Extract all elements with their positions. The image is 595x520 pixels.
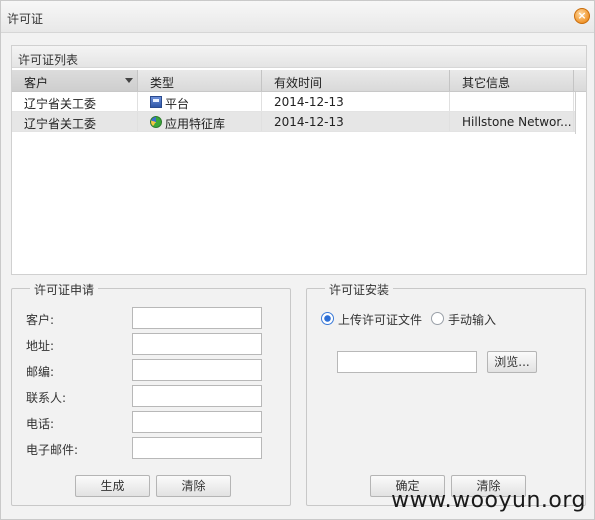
watermark: www.wooyun.org — [391, 488, 586, 513]
contact-label: 联系人: — [26, 391, 67, 405]
column-header-type[interactable]: 类型 — [138, 70, 262, 91]
column-header-valid-time[interactable]: 有效时间 — [262, 70, 450, 91]
sort-dropdown-icon[interactable] — [125, 78, 133, 83]
license-list-title: 许可证列表 — [12, 46, 586, 68]
postcode-field[interactable] — [132, 359, 262, 381]
cell-other-info — [450, 92, 574, 111]
cell-type-label: 应用特征库 — [165, 117, 226, 131]
column-header-label: 客户 — [24, 76, 49, 90]
cell-type-label: 平台 — [165, 97, 190, 111]
title-bar: 许可证 × — [1, 1, 594, 33]
postcode-label: 邮编: — [26, 365, 55, 379]
clear-button[interactable]: 清除 — [156, 475, 231, 497]
phone-field[interactable] — [132, 411, 262, 433]
address-field[interactable] — [132, 333, 262, 355]
license-list-panel: 许可证列表 客户 类型 有效时间 其它信息 辽宁省关工委 平台 2014-12-… — [11, 45, 587, 275]
grid-header: 客户 类型 有效时间 其它信息 — [12, 70, 586, 92]
license-grid: 客户 类型 有效时间 其它信息 辽宁省关工委 平台 2014-12-13 辽宁省… — [12, 70, 586, 132]
customer-label: 客户: — [26, 313, 55, 327]
upload-file-radio[interactable] — [321, 312, 334, 325]
cell-type: 应用特征库 — [138, 112, 262, 131]
table-row[interactable]: 辽宁省关工委 应用特征库 2014-12-13 Hillstone Networ… — [12, 112, 586, 132]
file-path-input[interactable] — [337, 351, 477, 373]
generate-button[interactable]: 生成 — [75, 475, 150, 497]
browse-button[interactable]: 浏览... — [487, 351, 537, 373]
cell-customer: 辽宁省关工委 — [12, 92, 138, 111]
email-field[interactable] — [132, 437, 262, 459]
email-label: 电子邮件: — [26, 443, 79, 457]
customer-field[interactable] — [132, 307, 262, 329]
table-row[interactable]: 辽宁省关工委 平台 2014-12-13 — [12, 92, 586, 112]
app-signature-icon — [150, 116, 162, 128]
cell-valid-time: 2014-12-13 — [262, 112, 450, 131]
manual-input-radio[interactable] — [431, 312, 444, 325]
license-dialog: 许可证 × 许可证列表 客户 类型 有效时间 其它信息 辽宁省关工委 平台 20… — [0, 0, 595, 520]
cell-type: 平台 — [138, 92, 262, 111]
cell-customer: 辽宁省关工委 — [12, 112, 138, 131]
column-header-customer[interactable]: 客户 — [12, 70, 138, 91]
upload-file-label[interactable]: 上传许可证文件 — [338, 311, 422, 328]
platform-icon — [150, 96, 162, 108]
license-install-fieldset: 许可证安装 上传许可证文件 手动输入 浏览... 确定 清除 — [306, 281, 586, 506]
close-icon[interactable]: × — [574, 8, 590, 24]
manual-input-label[interactable]: 手动输入 — [448, 311, 496, 328]
license-apply-fieldset: 许可证申请 客户: 地址: 邮编: 联系人: 电话: 电子邮件: 生成 清除 — [11, 281, 291, 506]
grid-scrollbar[interactable] — [575, 92, 586, 134]
license-install-legend: 许可证安装 — [325, 281, 394, 298]
window-title: 许可证 — [7, 12, 44, 26]
column-header-other-info[interactable]: 其它信息 — [450, 70, 574, 91]
contact-field[interactable] — [132, 385, 262, 407]
address-label: 地址: — [26, 339, 55, 353]
phone-label: 电话: — [26, 417, 55, 431]
cell-valid-time: 2014-12-13 — [262, 92, 450, 111]
cell-other-info: Hillstone Networ... — [450, 112, 574, 131]
license-apply-legend: 许可证申请 — [30, 281, 99, 298]
